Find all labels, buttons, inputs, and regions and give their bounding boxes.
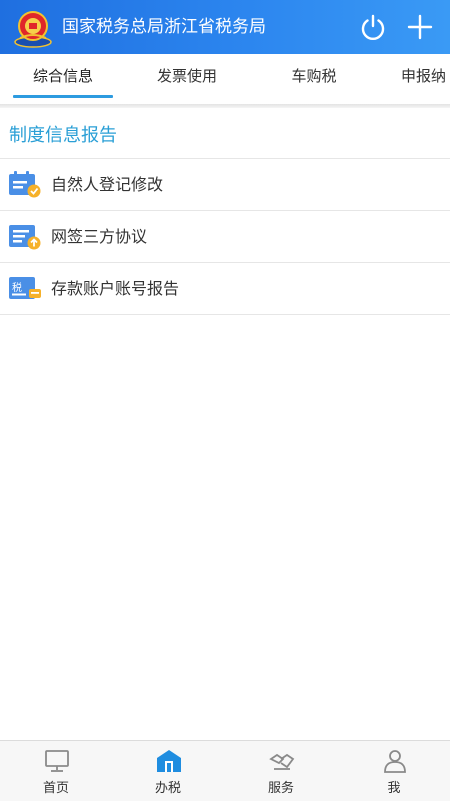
nav-home[interactable]: 首页 [0, 741, 112, 801]
service-list: 自然人登记修改 网签三方协议 税 存款账户账号报告 [0, 158, 450, 315]
handshake-icon [269, 753, 295, 770]
list-item-deposit-account-report[interactable]: 税 存款账户账号报告 [0, 262, 450, 315]
list-item-label: 自然人登记修改 [51, 175, 164, 194]
agreement-icon [9, 225, 41, 250]
user-icon [384, 750, 406, 773]
list-item-label: 存款账户账号报告 [51, 279, 180, 298]
tab-vehicle-tax[interactable]: 车购税 [264, 54, 364, 104]
app-header: 国家税务总局浙江省税务局 [0, 0, 450, 54]
tab-invoice-usage[interactable]: 发票使用 [137, 54, 237, 104]
nav-label: 服务 [267, 781, 294, 796]
nav-service[interactable]: 服务 [225, 741, 337, 801]
monitor-icon [45, 750, 69, 772]
nav-me[interactable]: 我 [338, 741, 450, 801]
power-icon[interactable] [358, 12, 388, 42]
add-icon[interactable] [405, 12, 435, 42]
nav-tax[interactable]: 办税 [112, 741, 224, 801]
svg-text:税: 税 [12, 281, 22, 294]
section-title: 制度信息报告 [9, 125, 117, 146]
nav-label: 我 [387, 781, 401, 796]
bottom-nav: 首页 办税 服务 我 [0, 740, 450, 801]
building-icon [157, 750, 181, 772]
header-title: 国家税务总局浙江省税务局 [62, 17, 266, 37]
nav-label: 办税 [154, 781, 181, 796]
list-item-tripartite-agreement[interactable]: 网签三方协议 [0, 210, 450, 262]
tab-divider [0, 104, 450, 108]
tab-declaration[interactable]: 申报纳 [401, 54, 450, 104]
list-item-label: 网签三方协议 [51, 227, 148, 246]
nav-label: 首页 [42, 781, 69, 796]
tax-emblem-icon [14, 11, 52, 48]
tax-account-icon: 税 [9, 277, 41, 299]
active-tab-indicator [13, 95, 113, 98]
id-edit-icon [9, 171, 41, 198]
list-item-natural-person-edit[interactable]: 自然人登记修改 [0, 158, 450, 210]
